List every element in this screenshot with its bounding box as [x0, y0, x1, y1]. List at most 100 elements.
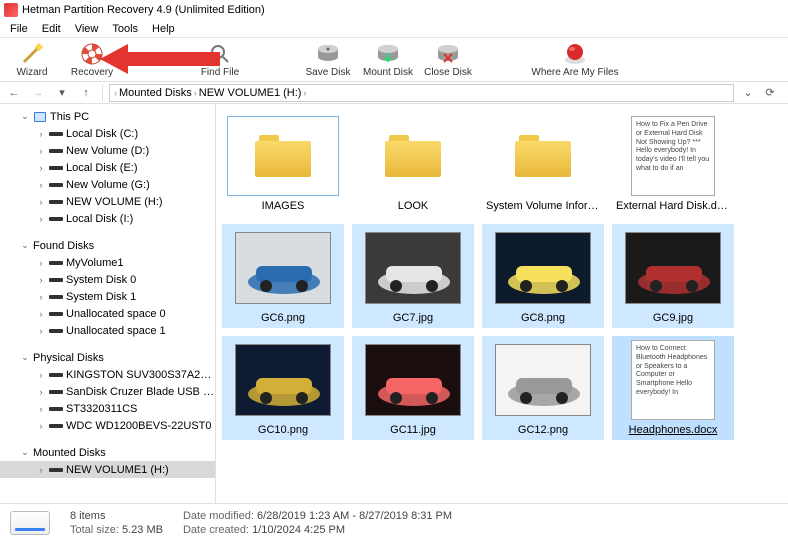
doc-preview: How to Connect Bluetooth Headphones or S…: [631, 340, 715, 420]
disk-icon: [49, 146, 63, 156]
disk-icon: [49, 180, 63, 190]
lifebuoy-icon: [80, 42, 104, 66]
nav-up-button[interactable]: ↑: [76, 84, 96, 102]
expand-icon[interactable]: ›: [36, 163, 46, 173]
expand-icon[interactable]: ›: [36, 309, 46, 319]
menu-help[interactable]: Help: [146, 22, 181, 36]
tree-item[interactable]: ›Local Disk (I:): [0, 210, 215, 227]
recovery-button[interactable]: Recovery: [66, 39, 118, 81]
expand-icon[interactable]: ›: [36, 258, 46, 268]
image-item[interactable]: GC11.jpg: [352, 336, 474, 440]
expand-icon[interactable]: ›: [36, 370, 46, 380]
tree-item[interactable]: ›KINGSTON SUV300S37A240G: [0, 366, 215, 383]
expand-icon[interactable]: ›: [36, 129, 46, 139]
item-label: GC9.jpg: [616, 312, 730, 324]
tree-item[interactable]: ›NEW VOLUME (H:): [0, 193, 215, 210]
breadcrumb-seg-mounted[interactable]: Mounted Disks: [119, 87, 192, 99]
tree-panel[interactable]: ⌄ This PC ›Local Disk (C:)›New Volume (D…: [0, 104, 216, 503]
tree-item[interactable]: ›SanDisk Cruzer Blade USB Device: [0, 383, 215, 400]
tree-this-pc[interactable]: ⌄ This PC: [0, 108, 215, 125]
document-item[interactable]: How to Fix a Pen Drive or External Hard …: [612, 112, 734, 216]
expand-icon[interactable]: ›: [36, 180, 46, 190]
tree-item[interactable]: ›WDC WD1200BEVS-22UST0: [0, 417, 215, 434]
tree-item[interactable]: ›System Disk 1: [0, 288, 215, 305]
expand-icon[interactable]: ›: [36, 214, 46, 224]
tree-item[interactable]: ›NEW VOLUME1 (H:): [0, 461, 215, 478]
image-item[interactable]: GC6.png: [222, 224, 344, 328]
collapse-icon[interactable]: ⌄: [20, 111, 30, 122]
expand-icon[interactable]: ›: [36, 275, 46, 285]
tree-item[interactable]: ›Local Disk (C:): [0, 125, 215, 142]
tree-item[interactable]: ›Unallocated space 1: [0, 322, 215, 339]
disk-icon: [49, 129, 63, 139]
tree-item[interactable]: ›New Volume (G:): [0, 176, 215, 193]
item-label: IMAGES: [226, 200, 340, 212]
item-label: GC8.png: [486, 312, 600, 324]
item-label: GC7.jpg: [356, 312, 470, 324]
content-area[interactable]: IMAGESLOOKSystem Volume InformationHow t…: [216, 104, 788, 503]
savedisk-label: Save Disk: [305, 67, 350, 78]
document-item[interactable]: How to Connect Bluetooth Headphones or S…: [612, 336, 734, 440]
close-disk-button[interactable]: Close Disk: [422, 39, 474, 81]
nav-refresh-button[interactable]: ⟳: [760, 84, 780, 102]
mountdisk-label: Mount Disk: [363, 67, 413, 78]
nav-forward-button[interactable]: →: [28, 84, 48, 102]
tree-item[interactable]: ›ST3320311CS: [0, 400, 215, 417]
tree-item[interactable]: ›System Disk 0: [0, 271, 215, 288]
status-created-value: 1/10/2024 4:25 PM: [252, 524, 345, 536]
expand-icon[interactable]: ›: [36, 421, 46, 431]
folder-icon: [255, 135, 311, 177]
wizard-button[interactable]: Wizard: [6, 39, 58, 81]
menu-edit[interactable]: Edit: [36, 22, 67, 36]
folder-item[interactable]: System Volume Information: [482, 112, 604, 216]
expand-icon[interactable]: ›: [36, 326, 46, 336]
expand-icon[interactable]: ›: [36, 465, 46, 475]
disk-icon: [49, 163, 63, 173]
mount-disk-button[interactable]: Mount Disk: [362, 39, 414, 81]
collapse-icon[interactable]: ⌄: [20, 447, 30, 458]
folder-item[interactable]: LOOK: [352, 112, 474, 216]
image-item[interactable]: GC12.png: [482, 336, 604, 440]
image-item[interactable]: GC8.png: [482, 224, 604, 328]
nav-bar: ← → ▾ ↑ › Mounted Disks › NEW VOLUME1 (H…: [0, 82, 788, 104]
image-item[interactable]: GC9.jpg: [612, 224, 734, 328]
breadcrumb[interactable]: › Mounted Disks › NEW VOLUME1 (H:) ›: [109, 84, 734, 102]
image-thumb: [495, 232, 591, 304]
menu-file[interactable]: File: [4, 22, 34, 36]
menu-tools[interactable]: Tools: [106, 22, 144, 36]
expand-icon[interactable]: ›: [36, 404, 46, 414]
folder-item[interactable]: IMAGES: [222, 112, 344, 216]
collapse-icon[interactable]: ⌄: [20, 240, 30, 251]
disk-icon: [49, 404, 63, 414]
disk-icon: [49, 292, 63, 302]
expand-icon[interactable]: ›: [36, 292, 46, 302]
breadcrumb-seg-volume[interactable]: NEW VOLUME1 (H:): [199, 87, 302, 99]
nav-history-button[interactable]: ▾: [52, 84, 72, 102]
collapse-icon[interactable]: ⌄: [20, 352, 30, 363]
tree-mounted-disks[interactable]: ⌄ Mounted Disks: [0, 444, 215, 461]
search-icon: [208, 42, 232, 66]
image-thumb: [235, 232, 331, 304]
image-item[interactable]: GC7.jpg: [352, 224, 474, 328]
tree-item[interactable]: ›New Volume (D:): [0, 142, 215, 159]
tree-item[interactable]: ›MyVolume1: [0, 254, 215, 271]
expand-icon[interactable]: ›: [36, 387, 46, 397]
save-disk-button[interactable]: Save Disk: [302, 39, 354, 81]
wizard-label: Wizard: [16, 67, 47, 78]
image-item[interactable]: GC10.png: [222, 336, 344, 440]
nav-dropdown-button[interactable]: ⌄: [738, 84, 758, 102]
status-bar: 8 items Total size: 5.23 MB Date modifie…: [0, 503, 788, 541]
where-files-button[interactable]: Where Are My Files: [520, 39, 630, 81]
tree-found-disks[interactable]: ⌄ Found Disks: [0, 237, 215, 254]
expand-icon[interactable]: ›: [36, 146, 46, 156]
item-label: GC10.png: [226, 424, 340, 436]
tree-item[interactable]: ›Unallocated space 0: [0, 305, 215, 322]
menu-view[interactable]: View: [69, 22, 105, 36]
image-thumb: [365, 344, 461, 416]
menubar: File Edit View Tools Help: [0, 20, 788, 38]
nav-back-button[interactable]: ←: [4, 84, 24, 102]
expand-icon[interactable]: ›: [36, 197, 46, 207]
tree-item[interactable]: ›Local Disk (E:): [0, 159, 215, 176]
tree-physical-disks[interactable]: ⌄ Physical Disks: [0, 349, 215, 366]
find-file-button[interactable]: Find File: [194, 39, 246, 81]
